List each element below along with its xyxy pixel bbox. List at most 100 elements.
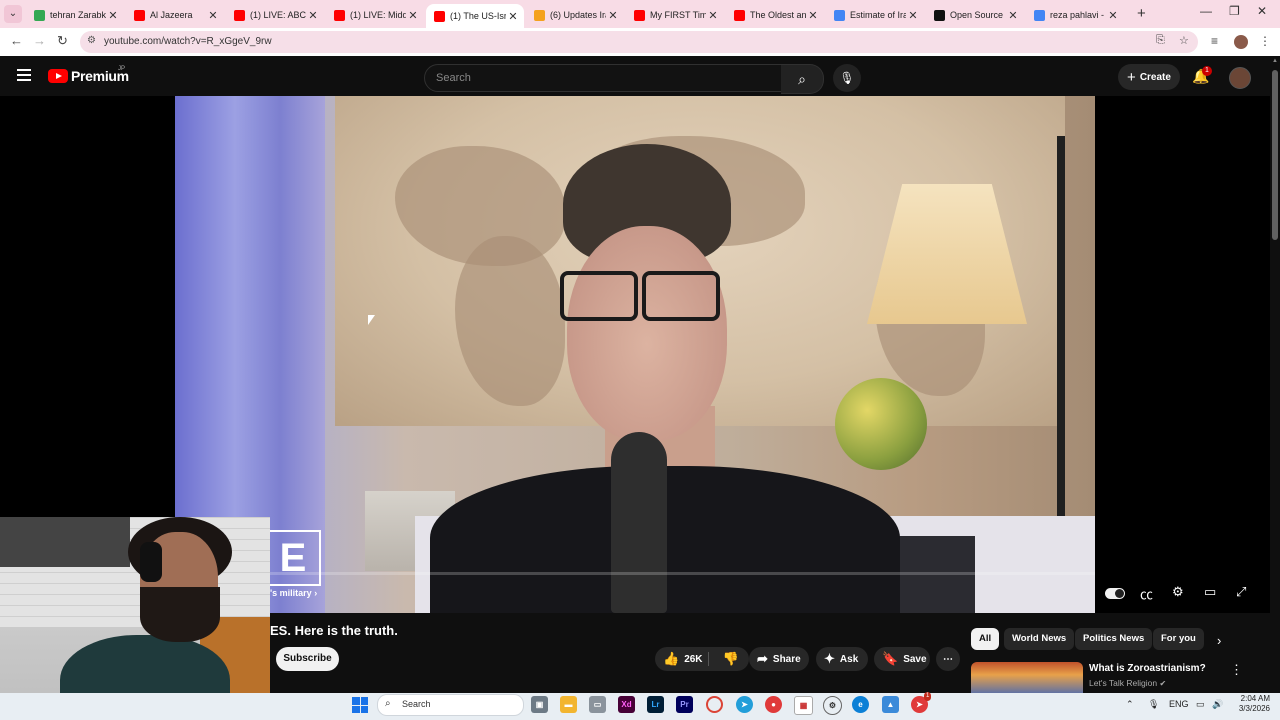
close-tab-icon[interactable]: ✕ [506, 10, 520, 23]
chip-world-news[interactable]: World News [1004, 628, 1075, 650]
tray-language[interactable]: ENG [1169, 699, 1189, 709]
search-button[interactable]: ⌕ [781, 64, 824, 94]
maximize-icon[interactable]: ❐ [1229, 4, 1240, 18]
chip-for-you[interactable]: For you [1153, 628, 1204, 650]
create-button[interactable]: + Create [1118, 64, 1180, 90]
chip-all[interactable]: All [971, 628, 1000, 650]
hamburger-menu-icon[interactable] [17, 69, 31, 84]
settings-gear-icon[interactable]: ⚙ [1172, 584, 1184, 600]
new-tab-button[interactable]: + [1137, 5, 1146, 22]
video-presenter-head [567, 226, 727, 441]
browser-tab[interactable]: (1) The US-Isra ✕ [426, 4, 524, 28]
theater-mode-icon[interactable]: ▭ [1204, 584, 1216, 600]
browser-tab[interactable]: (1) LIVE: Middl ✕ [326, 4, 424, 26]
address-bar[interactable]: ⚙ youtube.com/watch?v=R_xGgeV_9rw ⎘ ☆ [80, 31, 1198, 53]
app-red-icon[interactable]: ● [765, 696, 782, 713]
browser-tab[interactable]: reza pahlavi - ✕ [1026, 4, 1124, 26]
site-info-icon[interactable]: ⚙ [87, 35, 96, 46]
file-explorer-icon[interactable]: ▬ [560, 696, 577, 713]
tray-mic-icon[interactable]: 🎙 [1148, 699, 1159, 710]
create-label: Create [1139, 71, 1171, 83]
close-window-icon[interactable]: ✕ [1257, 4, 1267, 18]
browser-tab[interactable]: Open Source I ✕ [926, 4, 1024, 26]
youtube-premium-logo[interactable]: Premium JP [48, 66, 129, 84]
chevron-right-icon: › [314, 588, 318, 598]
app-landscape-icon[interactable]: ▲ [882, 696, 899, 713]
close-tab-icon[interactable]: ✕ [806, 9, 820, 22]
tray-chevron-icon[interactable]: ⌃ [1126, 699, 1134, 710]
more-actions-button[interactable]: ⋯ [936, 647, 960, 671]
task-view-icon[interactable]: ▣ [531, 696, 548, 713]
telegram-icon[interactable]: ➤ [736, 696, 753, 713]
channel-watermark[interactable]: E [265, 530, 321, 586]
close-tab-icon[interactable]: ✕ [306, 9, 320, 22]
video-menu-icon[interactable]: ⋮ [1230, 662, 1243, 678]
browser-tab[interactable]: Estimate of Ira ✕ [826, 4, 924, 26]
tab-search-icon[interactable]: ⌄ [4, 5, 22, 23]
subscribe-button[interactable]: Subscribe [276, 647, 339, 671]
close-tab-icon[interactable]: ✕ [106, 9, 120, 22]
close-tab-icon[interactable]: ✕ [406, 9, 420, 22]
reload-icon[interactable]: ↻ [57, 33, 68, 49]
taskbar-search[interactable]: ⌕ Search [377, 694, 524, 716]
browser-tab[interactable]: (6) Updates Ira ✕ [526, 4, 624, 26]
scrollbar-thumb[interactable] [1272, 70, 1278, 240]
autoplay-toggle[interactable] [1105, 588, 1125, 599]
taskbar-clock[interactable]: 2:04 AM 3/3/2026 [1232, 694, 1270, 714]
page-scrollbar[interactable] [1270, 56, 1280, 693]
webcam-headset [140, 542, 162, 582]
app-document-icon[interactable]: ▦ [794, 696, 813, 715]
browser-tab[interactable]: Al Jazeera ✕ [126, 4, 224, 26]
app-window-icon[interactable]: ▭ [589, 696, 606, 713]
browser-tab[interactable]: The Oldest and ✕ [726, 4, 824, 26]
like-count[interactable]: 26K [684, 654, 702, 665]
share-button[interactable]: ➦ Share [749, 647, 809, 671]
fullscreen-icon[interactable]: ⤢ [1236, 584, 1246, 600]
like-dislike-pill: 👍 26K 👎 [655, 647, 749, 671]
chapter-label[interactable]: 's military › [270, 588, 317, 598]
app-gear-icon[interactable]: ⚙ [823, 696, 842, 715]
tray-volume-icon[interactable]: 🔊 [1212, 699, 1223, 710]
minimize-icon[interactable]: — [1200, 4, 1212, 18]
forward-icon[interactable]: → [33, 33, 46, 48]
browser-profile-avatar[interactable] [1234, 35, 1248, 49]
close-tab-icon[interactable]: ✕ [1006, 9, 1020, 22]
thumbs-down-icon[interactable]: 👎 [723, 651, 739, 667]
close-tab-icon[interactable]: ✕ [206, 9, 220, 22]
recommended-video-channel[interactable]: Let's Talk Religion ✔ [1089, 678, 1166, 688]
recommended-video-thumbnail[interactable] [971, 662, 1083, 694]
premiere-pro-icon[interactable]: Pr [676, 696, 693, 713]
chevron-right-icon[interactable]: › [1217, 633, 1221, 648]
browser-tab[interactable]: (1) LIVE: ABC N✕ [226, 4, 324, 26]
browser-tab[interactable]: tehran Zarabkh ✕ [26, 4, 124, 26]
chip-politics-news[interactable]: Politics News [1075, 628, 1153, 650]
edge-icon[interactable]: e [852, 696, 869, 713]
tray-display-icon[interactable]: ▭ [1196, 699, 1205, 710]
youtube-icon [434, 10, 445, 22]
search-input[interactable] [434, 71, 768, 85]
bookmark-star-icon[interactable]: ☆ [1179, 34, 1189, 47]
browser-menu-icon[interactable]: ⋮ [1259, 34, 1271, 48]
windows-start-icon[interactable] [352, 697, 368, 713]
chrome-icon[interactable] [706, 696, 723, 713]
close-tab-icon[interactable]: ✕ [606, 9, 620, 22]
scroll-up-icon[interactable]: ▲ [1272, 58, 1278, 64]
recommended-video-title[interactable]: What is Zoroastrianism? [1089, 663, 1206, 674]
browser-tab-title: (1) LIVE: ABC N [250, 10, 306, 20]
subtitles-icon[interactable]: ㏄ [1140, 584, 1153, 603]
back-icon[interactable]: ← [10, 33, 23, 48]
thumbs-up-icon[interactable]: 👍 [663, 651, 679, 667]
browser-tab[interactable]: My FIRST Time✕ [626, 4, 724, 26]
media-controls-icon[interactable]: ≡ [1211, 34, 1218, 48]
install-app-icon[interactable]: ⎘ [1156, 34, 1165, 47]
adobe-xd-icon[interactable]: Xd [618, 696, 635, 713]
close-tab-icon[interactable]: ✕ [706, 9, 720, 22]
account-avatar[interactable] [1229, 67, 1251, 89]
voice-search-button[interactable]: 🎙 [833, 64, 861, 92]
close-tab-icon[interactable]: ✕ [906, 9, 920, 22]
search-box [424, 64, 783, 92]
lightroom-icon[interactable]: Lr [647, 696, 664, 713]
close-tab-icon[interactable]: ✕ [1106, 9, 1120, 22]
save-button[interactable]: 🔖 Save [874, 647, 930, 671]
ask-button[interactable]: ✦ Ask [816, 647, 868, 671]
